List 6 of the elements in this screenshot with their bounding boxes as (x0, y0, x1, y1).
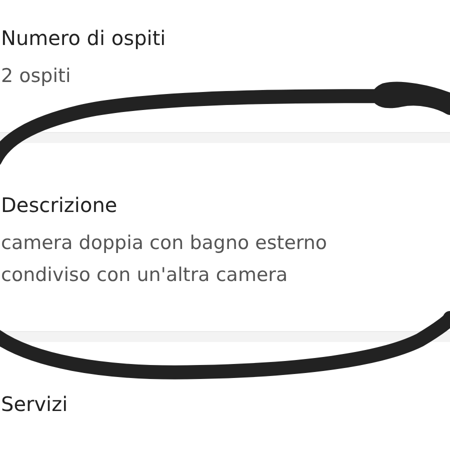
section-title: Descrizione (1, 192, 118, 219)
section-text: 2 ospiti (1, 64, 72, 89)
section-text: camera doppia con bagno esterno (1, 231, 328, 256)
section-title: Numero di ospiti (1, 25, 167, 52)
section-text: condiviso con un'altra camera (1, 263, 289, 288)
section-title: Servizi (1, 391, 69, 418)
